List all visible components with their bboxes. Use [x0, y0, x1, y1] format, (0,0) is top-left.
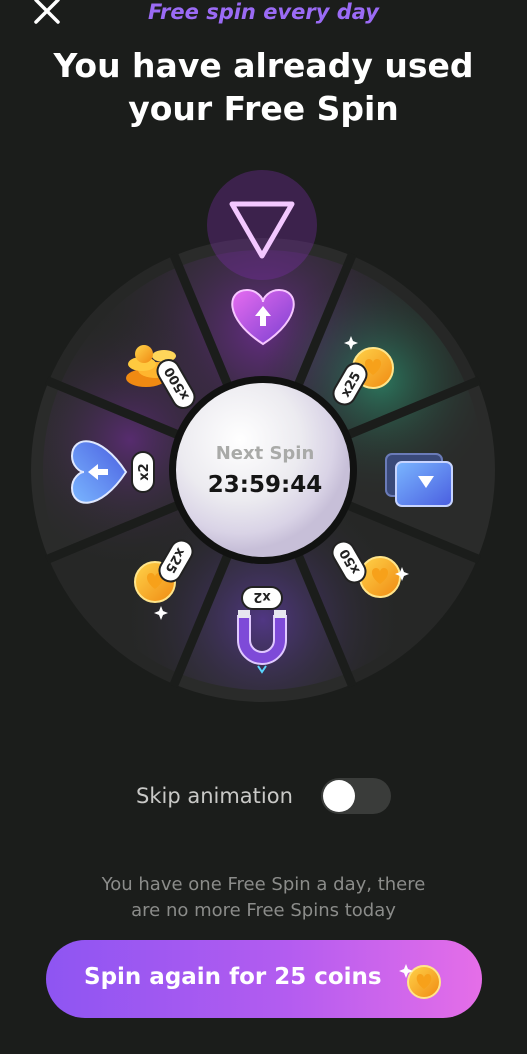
- reward-label-x2-left: x2: [137, 463, 152, 480]
- coin-icon: [399, 964, 441, 999]
- next-spin-timer: 23:59:44: [207, 472, 323, 498]
- skip-animation-toggle[interactable]: [321, 778, 391, 814]
- title-line-2: your Free Spin: [128, 89, 399, 128]
- next-spin-hub: [176, 383, 350, 557]
- skip-animation-label: Skip animation: [136, 784, 293, 808]
- page-title: You have already used your Free Spin: [0, 44, 527, 130]
- reward-label-x2-bottom: x2: [253, 589, 270, 604]
- spin-again-label: Spin again for 25 coins: [84, 964, 382, 990]
- wheel-pointer-icon: [207, 170, 317, 280]
- info-line-1: You have one Free Spin a day, there: [101, 874, 426, 895]
- label-badge-x2-left: x2: [131, 451, 155, 493]
- prize-wheel: x25 x50 x2 x25 x2 x500: [31, 170, 495, 702]
- next-spin-label: Next Spin: [215, 443, 315, 464]
- title-line-1: You have already used: [53, 46, 474, 85]
- spin-again-button[interactable]: Spin again for 25 coins: [46, 940, 482, 1018]
- toggle-knob: [323, 780, 355, 812]
- label-badge-x2-bottom: x2: [241, 586, 283, 610]
- info-line-2: are no more Free Spins today: [131, 900, 396, 921]
- free-spin-info: You have one Free Spin a day, there are …: [60, 872, 467, 924]
- video-card-icon: [385, 453, 453, 507]
- daily-spin-subtitle: Free spin every day: [148, 0, 379, 24]
